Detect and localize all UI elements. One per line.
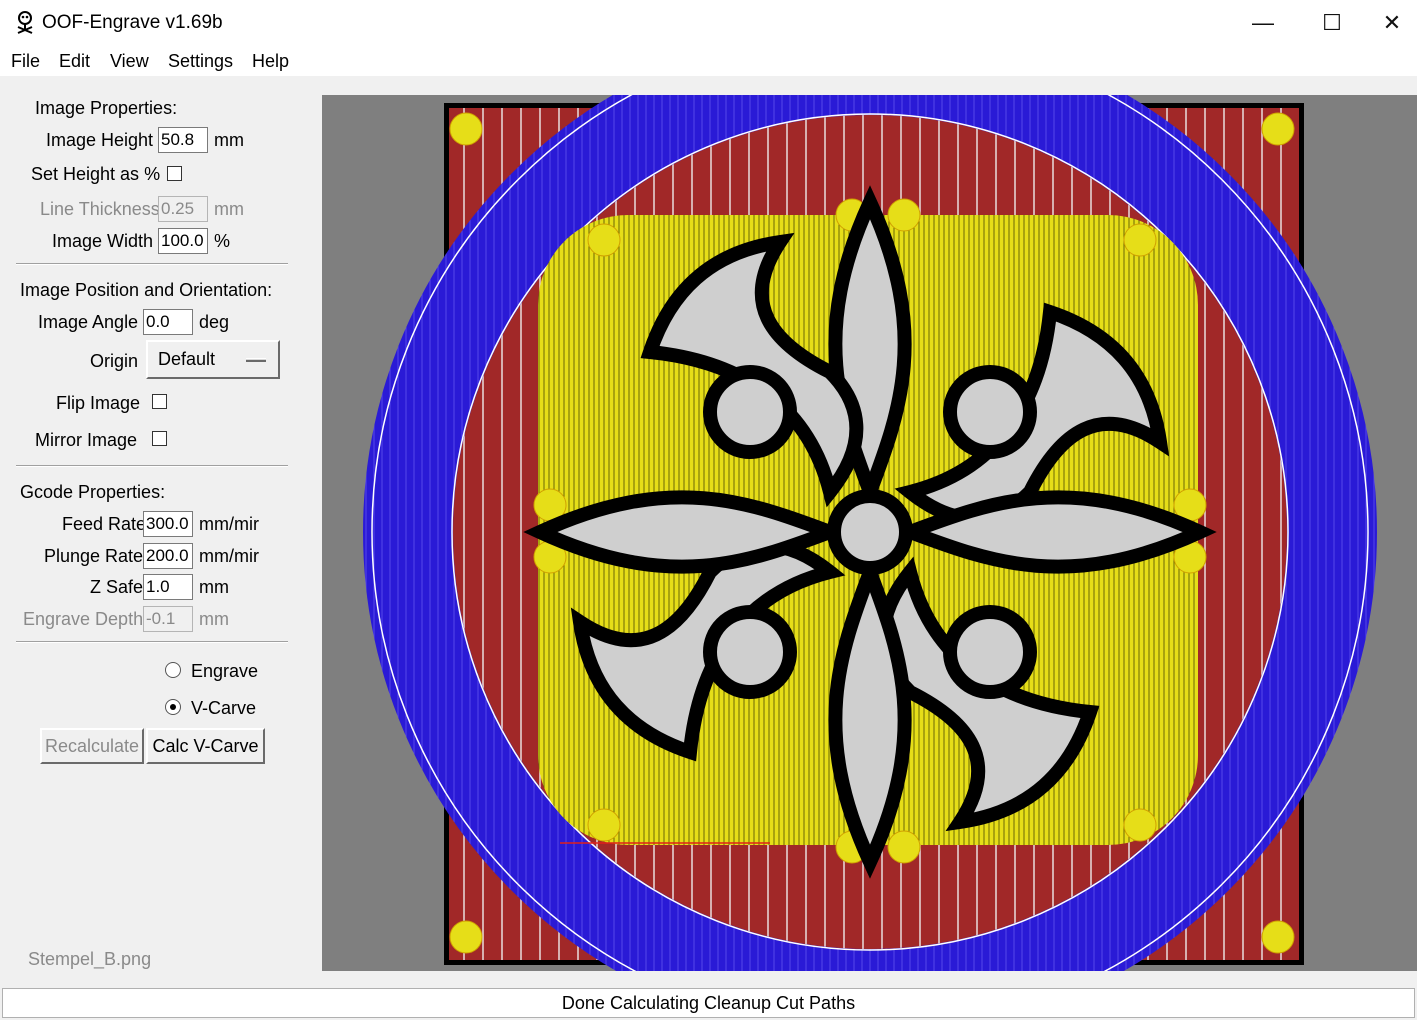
vcarve-radio-label[interactable]: V-Carve: [191, 698, 256, 719]
flip-image-label: Flip Image: [56, 393, 141, 413]
image-width-unit: %: [214, 231, 231, 251]
close-button[interactable]: ✕: [1367, 0, 1417, 46]
origin-label: Origin: [90, 351, 139, 371]
line-thickness-input[interactable]: [158, 196, 208, 222]
image-width-label: Image Width: [52, 231, 154, 251]
image-angle-input[interactable]: [143, 309, 193, 335]
set-height-pct-label: Set Height as %: [31, 164, 161, 184]
plunge-rate-input[interactable]: [143, 543, 193, 569]
image-height-input[interactable]: [158, 127, 208, 153]
engrave-radio[interactable]: [165, 662, 181, 678]
menu-bar: File Edit View Settings Help: [0, 46, 1417, 76]
separator: [16, 641, 288, 643]
engrave-depth-label: Engrave Depth: [23, 609, 144, 629]
separator: [16, 465, 288, 467]
origin-dropdown[interactable]: Default: [146, 340, 280, 379]
flip-image-checkbox[interactable]: [152, 394, 167, 409]
image-height-unit: mm: [214, 130, 244, 150]
image-width-input[interactable]: [158, 228, 208, 254]
status-bar: Done Calculating Cleanup Cut Paths: [2, 988, 1415, 1018]
position-heading: Image Position and Orientation:: [20, 280, 273, 300]
menu-view[interactable]: View: [110, 51, 149, 72]
origin-value: Default: [158, 349, 216, 369]
window-title: OOF-Engrave v1.69b: [42, 12, 223, 33]
line-thickness-label: Line Thickness: [40, 199, 160, 219]
image-properties-heading: Image Properties:: [35, 98, 178, 118]
engrave-depth-unit: mm: [199, 609, 229, 629]
maximize-button[interactable]: ☐: [1297, 0, 1367, 46]
file-name-label: Stempel_B.png: [28, 949, 152, 969]
preview-canvas[interactable]: [322, 95, 1417, 971]
image-height-label: Image Height: [46, 130, 154, 150]
feed-rate-unit: mm/mir: [199, 514, 259, 534]
calc-vcarve-button[interactable]: Calc V-Carve: [146, 728, 265, 764]
menu-help[interactable]: Help: [252, 51, 289, 72]
gcode-heading: Gcode Properties:: [20, 482, 166, 502]
menu-edit[interactable]: Edit: [59, 51, 90, 72]
engrave-depth-input[interactable]: [143, 606, 193, 632]
z-safe-input[interactable]: [143, 574, 193, 600]
plunge-rate-unit: mm/mir: [199, 546, 259, 566]
menu-file[interactable]: File: [11, 51, 40, 72]
menu-settings[interactable]: Settings: [168, 51, 233, 72]
app-logo-icon: [17, 11, 33, 34]
image-angle-label: Image Angle: [38, 312, 139, 332]
minimize-button[interactable]: —: [1228, 0, 1298, 46]
set-height-pct-checkbox[interactable]: [167, 166, 182, 181]
z-safe-label: Z Safe: [90, 577, 144, 597]
feed-rate-label: Feed Rate: [62, 514, 147, 534]
mirror-image-label: Mirror Image: [35, 430, 138, 450]
engrave-radio-label[interactable]: Engrave: [191, 661, 258, 682]
z-safe-unit: mm: [199, 577, 229, 597]
image-angle-unit: deg: [199, 312, 230, 332]
toolpath-preview: [322, 95, 1417, 971]
title-bar: OOF-Engrave v1.69b — ☐ ✕: [0, 0, 1417, 46]
plunge-rate-label: Plunge Rate: [44, 546, 144, 566]
line-thickness-unit: mm: [214, 199, 244, 219]
vcarve-radio[interactable]: [165, 699, 181, 715]
recalculate-button[interactable]: Recalculate: [40, 728, 144, 764]
dropdown-indicator-icon: [246, 358, 266, 362]
separator: [16, 263, 288, 265]
mirror-image-checkbox[interactable]: [152, 431, 167, 446]
feed-rate-input[interactable]: [143, 511, 193, 537]
